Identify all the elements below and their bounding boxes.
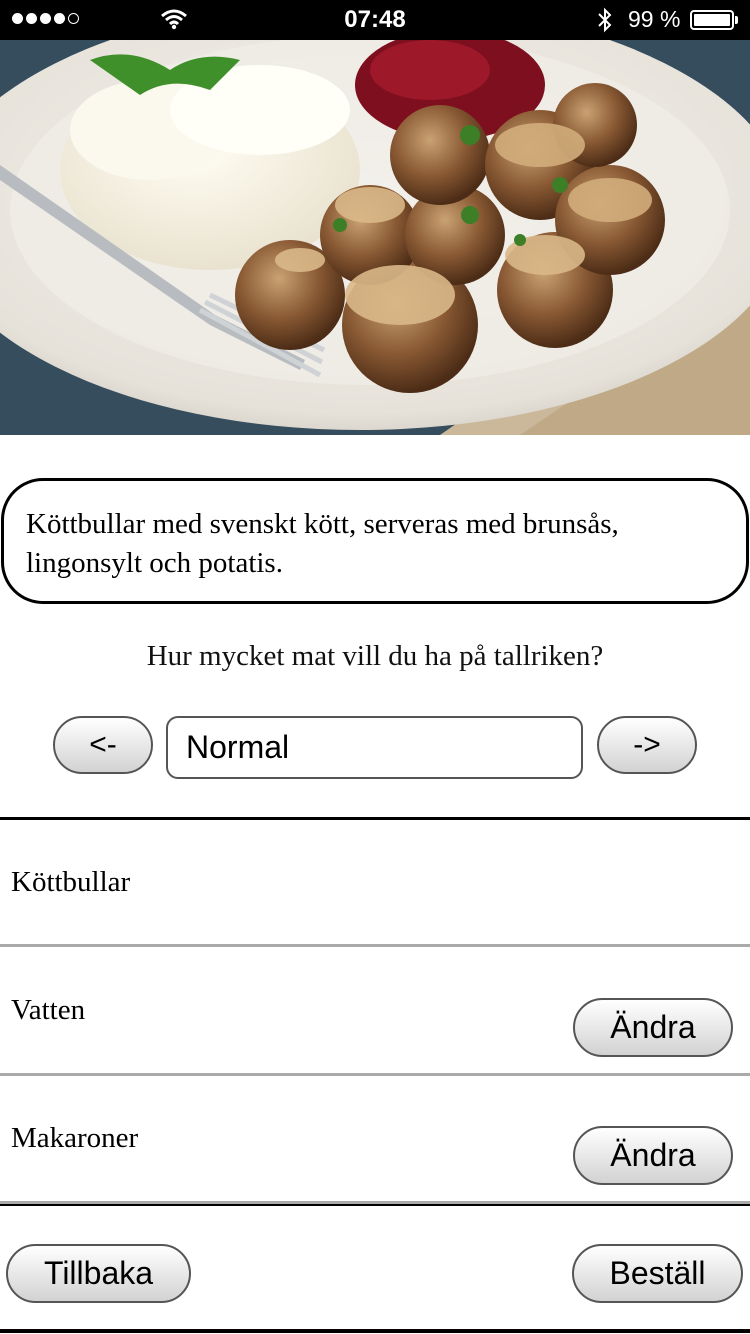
bluetooth-icon xyxy=(598,7,612,33)
battery-percent: 99 % xyxy=(628,6,681,32)
back-button[interactable]: Tillbaka xyxy=(6,1244,191,1303)
status-bar: 07:48 99 % xyxy=(0,0,750,40)
dish-description: Köttbullar med svenskt kött, serveras me… xyxy=(1,478,749,604)
order-button[interactable]: Beställ xyxy=(572,1244,743,1303)
battery-icon xyxy=(690,10,734,30)
item-name-makaroner: Makaroner xyxy=(11,1122,139,1154)
change-makaroner-button[interactable]: Ändra xyxy=(573,1126,733,1185)
divider xyxy=(0,1329,750,1333)
divider xyxy=(0,944,750,947)
divider xyxy=(0,1073,750,1076)
portion-question: Hur mycket mat vill du ha på tallriken? xyxy=(146,640,604,672)
portion-next-button[interactable]: -> xyxy=(597,716,697,774)
divider xyxy=(0,817,750,820)
change-vatten-button[interactable]: Ändra xyxy=(573,998,733,1057)
portion-prev-button[interactable]: <- xyxy=(53,716,153,774)
item-name-vatten: Vatten xyxy=(11,994,86,1026)
divider xyxy=(0,1204,750,1206)
dish-photo xyxy=(0,40,750,435)
item-name-kottbullar: Köttbullar xyxy=(11,866,131,898)
portion-size-field: Normal xyxy=(166,716,583,779)
